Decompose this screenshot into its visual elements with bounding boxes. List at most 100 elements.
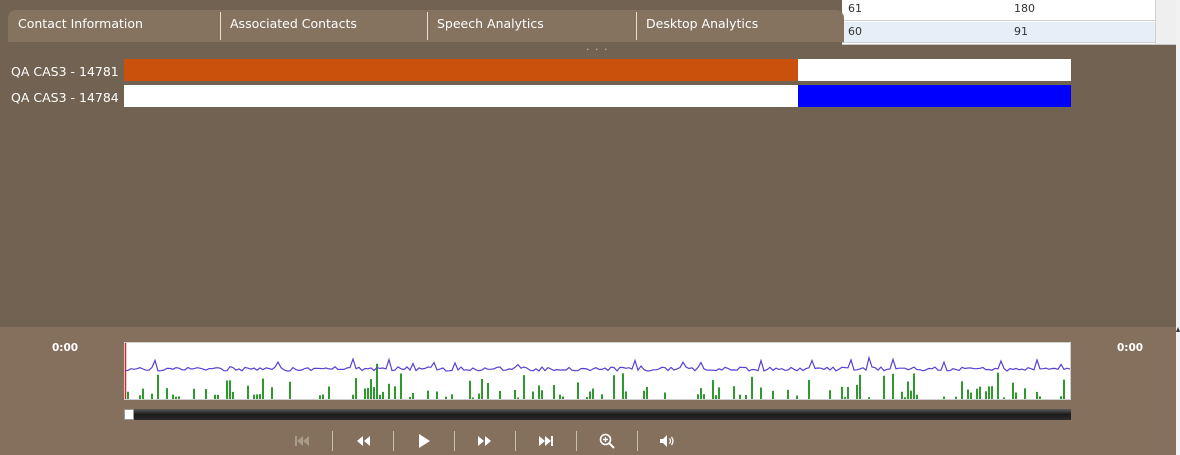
waveform-bar: [1003, 397, 1005, 399]
grid-row[interactable]: 61 180: [842, 0, 1156, 21]
tab-bar: Contact Information Associated Contacts …: [8, 10, 844, 42]
waveform-bar: [904, 397, 906, 399]
waveform-bar: [259, 394, 261, 399]
waveform-bar: [157, 374, 159, 399]
waveform-bar: [289, 381, 291, 399]
waveform-bar: [478, 393, 480, 399]
progress-bar[interactable]: [124, 409, 1071, 420]
waveform-bar: [916, 394, 918, 399]
waveform-bar: [907, 381, 909, 399]
waveform-bar: [541, 390, 543, 399]
waveform-bar: [577, 382, 579, 399]
waveform-bar: [256, 394, 258, 399]
volume-button[interactable]: [638, 427, 698, 455]
progress-thumb[interactable]: [124, 409, 134, 420]
waveform-bar: [232, 391, 234, 399]
waveform-bar: [589, 391, 591, 399]
waveform-bar: [859, 374, 861, 399]
waveform-bar: [991, 386, 993, 399]
waveform-bar: [808, 379, 810, 399]
current-time: 0:00: [52, 342, 79, 354]
waveform-bar: [487, 382, 489, 399]
waveform-bar: [892, 373, 894, 399]
waveform-bar: [910, 390, 912, 399]
collapse-arrow-icon[interactable]: [1176, 327, 1180, 332]
page-scrollbar[interactable]: [1176, 0, 1180, 455]
waveform-bar: [394, 386, 396, 399]
play-icon: [419, 434, 430, 448]
waveform-bar: [427, 390, 429, 399]
waveform[interactable]: [124, 342, 1071, 400]
waveform-bar: [622, 373, 624, 399]
waveform-bar: [538, 385, 540, 399]
waveform-bar: [352, 394, 354, 399]
tab-associated-contacts[interactable]: Associated Contacts: [220, 10, 427, 40]
waveform-bar: [772, 390, 774, 399]
waveform-bar: [481, 379, 483, 399]
waveform-bar: [700, 388, 702, 399]
grid-scrollbar[interactable]: [1155, 0, 1176, 44]
waveform-graph: [125, 343, 1070, 399]
waveform-bar: [1060, 396, 1062, 399]
waveform-bar: [997, 372, 999, 399]
waveform-bar: [559, 394, 561, 399]
waveform-bar: [523, 375, 525, 399]
waveform-bar: [697, 394, 699, 399]
waveform-bar: [715, 395, 717, 399]
tab-speech-analytics[interactable]: Speech Analytics: [427, 10, 633, 40]
agent-track[interactable]: [124, 59, 1071, 81]
tab-contact-information[interactable]: Contact Information: [8, 10, 220, 40]
waveform-bar: [796, 395, 798, 399]
tab-desktop-analytics[interactable]: Desktop Analytics: [636, 10, 844, 40]
waveform-bar: [379, 394, 381, 399]
rewind-button[interactable]: [333, 427, 393, 455]
waveform-bar: [247, 385, 249, 399]
zoom-button[interactable]: [577, 427, 637, 455]
waveform-bar: [760, 387, 762, 399]
skip-to-start-button[interactable]: [272, 427, 332, 455]
fast-forward-button[interactable]: [455, 427, 515, 455]
zoom-in-icon: [599, 433, 615, 449]
waveform-bar: [856, 384, 858, 399]
waveform-bar: [469, 380, 471, 399]
resize-grip[interactable]: · · ·: [586, 43, 608, 56]
waveform-bar: [172, 394, 174, 399]
waveform-bar: [1012, 382, 1014, 399]
grid-row[interactable]: 60 91: [842, 22, 1156, 43]
skip-end-icon: [539, 436, 553, 446]
waveform-bar: [847, 386, 849, 399]
waveform-bar: [739, 394, 741, 399]
waveform-bar: [841, 386, 843, 399]
waveform-bar: [868, 397, 870, 399]
waveform-bar: [613, 375, 615, 399]
rewind-icon: [357, 436, 370, 446]
waveform-bar: [364, 388, 366, 399]
grid-cell: 180: [1014, 2, 1035, 15]
track-segment[interactable]: [124, 59, 799, 81]
waveform-bar: [1036, 391, 1038, 399]
waveform-bar: [319, 395, 321, 399]
waveform-bar: [625, 391, 627, 399]
grid-cell: 61: [848, 2, 862, 15]
waveform-bar: [262, 378, 264, 399]
track-segment[interactable]: [798, 85, 1071, 107]
agent-track[interactable]: [124, 85, 1071, 107]
track-label: QA CAS3 - 14784: [11, 90, 119, 105]
waveform-bar: [883, 375, 885, 399]
waveform-bar: [451, 394, 453, 399]
waveform-bar: [943, 396, 945, 399]
waveform-bar: [553, 385, 555, 399]
waveform-bar: [175, 396, 177, 399]
waveform-bar: [787, 389, 789, 399]
skip-to-end-button[interactable]: [516, 427, 576, 455]
waveform-bar: [253, 394, 255, 399]
waveform-bar: [970, 392, 972, 399]
waveform-bar: [532, 391, 534, 399]
play-button[interactable]: [394, 427, 454, 455]
waveform-bar: [844, 397, 846, 399]
waveform-bar: [151, 393, 153, 399]
waveform-bar: [214, 394, 216, 399]
waveform-bar: [703, 394, 705, 399]
waveform-bar: [718, 387, 720, 399]
waveform-bar: [388, 383, 390, 399]
